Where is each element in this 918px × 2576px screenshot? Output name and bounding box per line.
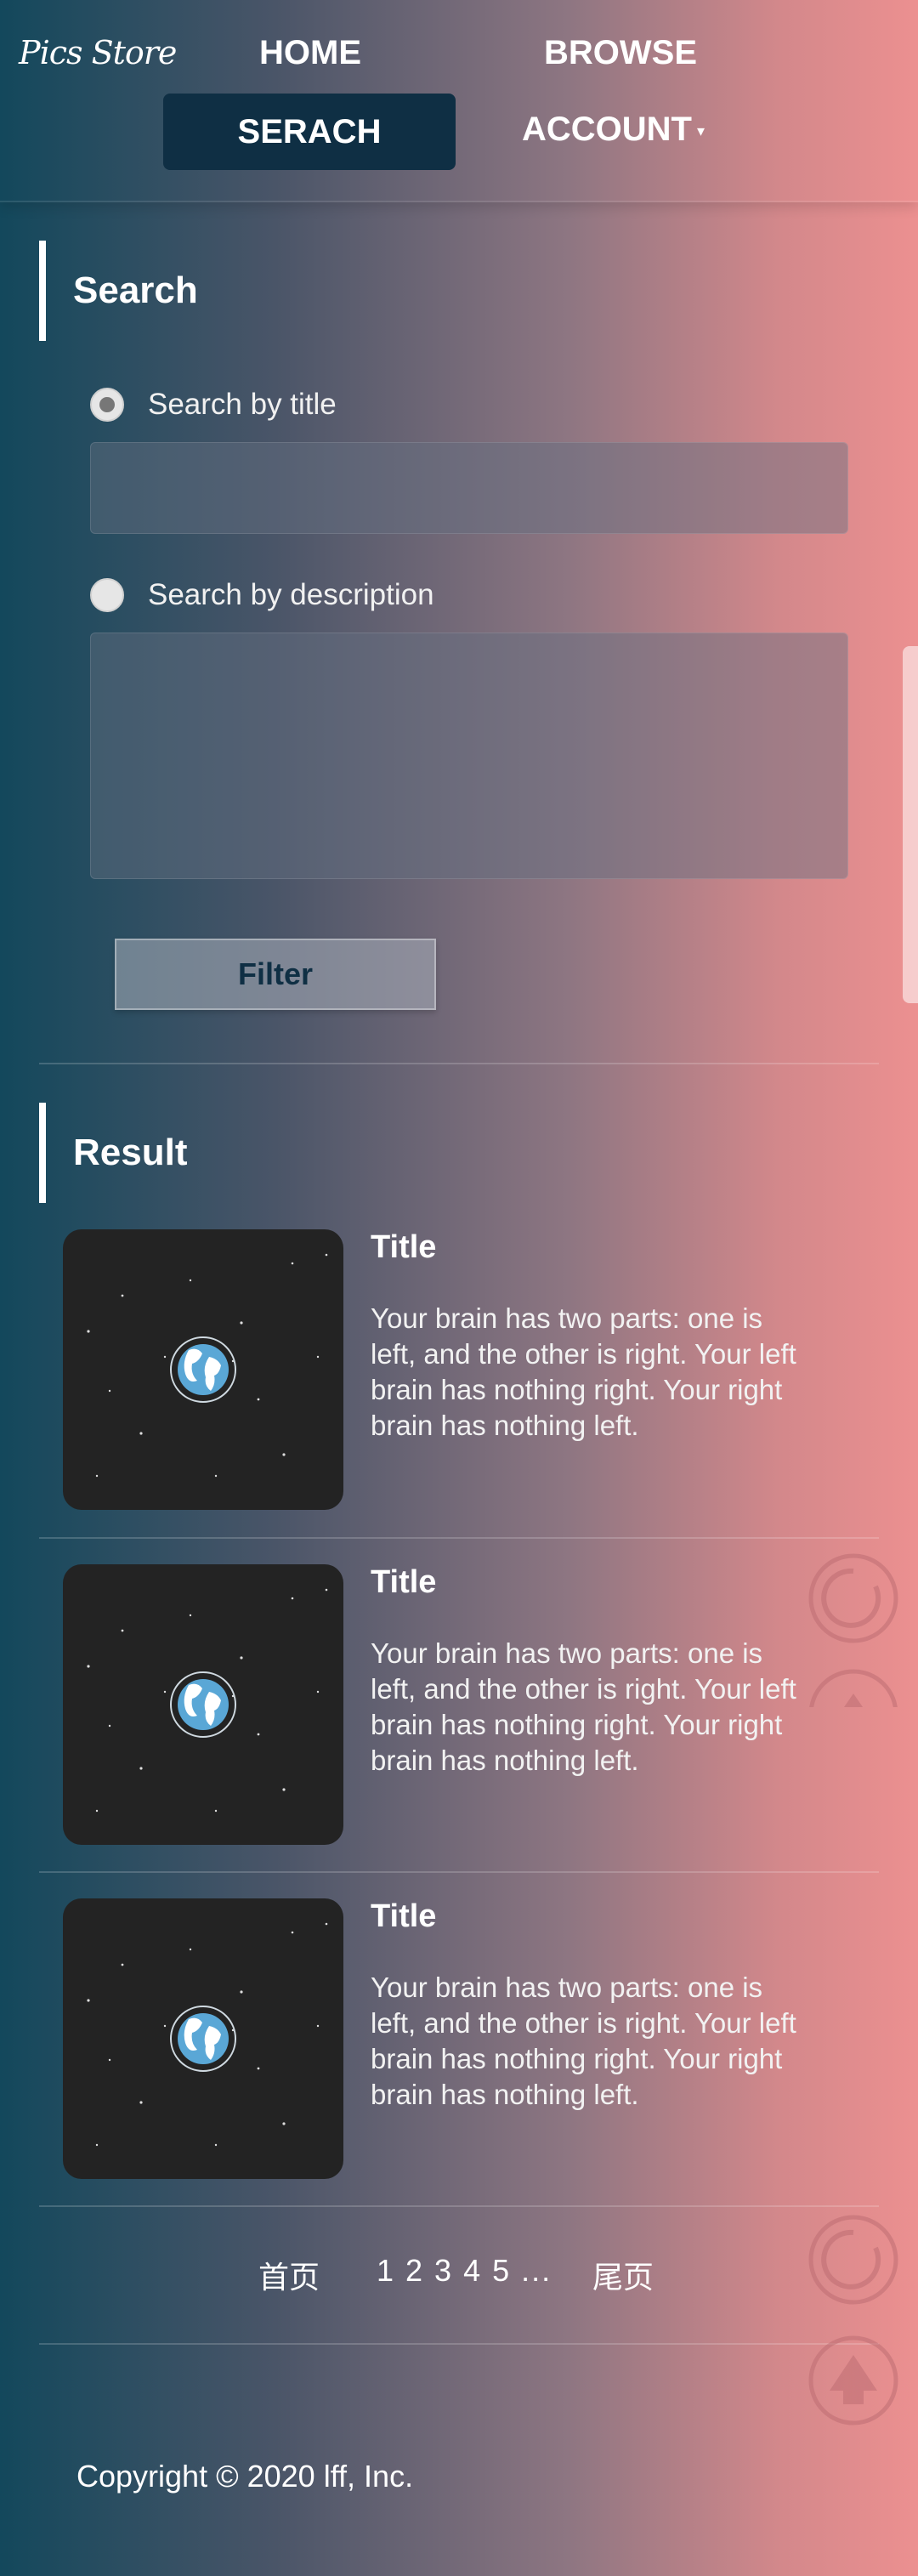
result-description: Your brain has two parts: one is left, a… (371, 1302, 796, 1441)
description-search-textarea[interactable] (90, 633, 848, 879)
back-to-top-button[interactable] (808, 2335, 899, 2431)
result-card[interactable]: Title Your brain has two parts: one is l… (63, 1564, 879, 1845)
up-arrow-circle-icon (809, 1669, 898, 1707)
earth-in-space-icon (87, 1253, 328, 1478)
result-card[interactable]: Title Your brain has two parts: one is l… (63, 1898, 879, 2179)
up-arrow-circle-icon (808, 2335, 898, 2426)
radio-search-by-description[interactable]: Search by description (90, 575, 434, 616)
result-divider (39, 2205, 879, 2207)
footer-divider (39, 2343, 879, 2345)
refresh-button[interactable] (808, 1552, 899, 1648)
radio-button-description[interactable] (90, 578, 124, 612)
nav-home[interactable]: HOME (259, 34, 361, 72)
nav-browse[interactable]: BROWSE (544, 34, 697, 72)
filter-button[interactable]: Filter (115, 939, 436, 1010)
scrollbar-thumb[interactable] (903, 646, 918, 1003)
refresh-circle-icon (808, 1553, 898, 1643)
refresh-circle-icon (808, 2215, 898, 2305)
refresh-button[interactable] (808, 2214, 899, 2310)
page-first-link[interactable]: 首页 (258, 2253, 320, 2297)
section-divider (39, 1063, 879, 1064)
result-card[interactable]: Title Your brain has two parts: one is l… (63, 1229, 879, 1510)
result-heading: Result (39, 1103, 187, 1203)
result-thumbnail[interactable] (63, 1564, 343, 1845)
result-title[interactable]: Title (371, 1898, 436, 1935)
earth-in-space-icon (87, 1588, 328, 1813)
chevron-down-icon: ▾ (696, 122, 706, 139)
nav-account-label: ACCOUNT (522, 111, 692, 148)
back-to-top-button-partial[interactable] (808, 1668, 899, 1707)
search-heading: Search (39, 241, 198, 341)
page-number-links[interactable]: 1 2 3 4 5 ... (377, 2253, 552, 2289)
radio-label-title: Search by title (148, 388, 337, 421)
result-thumbnail[interactable] (63, 1229, 343, 1510)
copyright-text: Copyright © 2020 lff, Inc. (76, 2459, 414, 2494)
result-title[interactable]: Title (371, 1229, 436, 1266)
radio-button-title[interactable] (90, 388, 124, 422)
radio-search-by-title[interactable]: Search by title (90, 384, 337, 425)
radio-label-description: Search by description (148, 578, 434, 611)
nav-account-dropdown[interactable]: ACCOUNT ▾ (522, 111, 705, 149)
title-search-input[interactable] (90, 442, 848, 534)
earth-in-space-icon (87, 1922, 328, 2147)
result-title[interactable]: Title (371, 1564, 436, 1601)
nav-search-active[interactable]: SERACH (163, 94, 456, 170)
top-navbar: Pics Store HOME BROWSE SERACH ACCOUNT ▾ (0, 0, 918, 202)
page-last-link[interactable]: 尾页 (592, 2253, 654, 2297)
result-divider (39, 1537, 879, 1539)
result-divider (39, 1871, 879, 1873)
result-description: Your brain has two parts: one is left, a… (371, 1637, 796, 1776)
result-description: Your brain has two parts: one is left, a… (371, 1972, 796, 2110)
brand-logo[interactable]: Pics Store (19, 34, 177, 71)
result-thumbnail[interactable] (63, 1898, 343, 2179)
